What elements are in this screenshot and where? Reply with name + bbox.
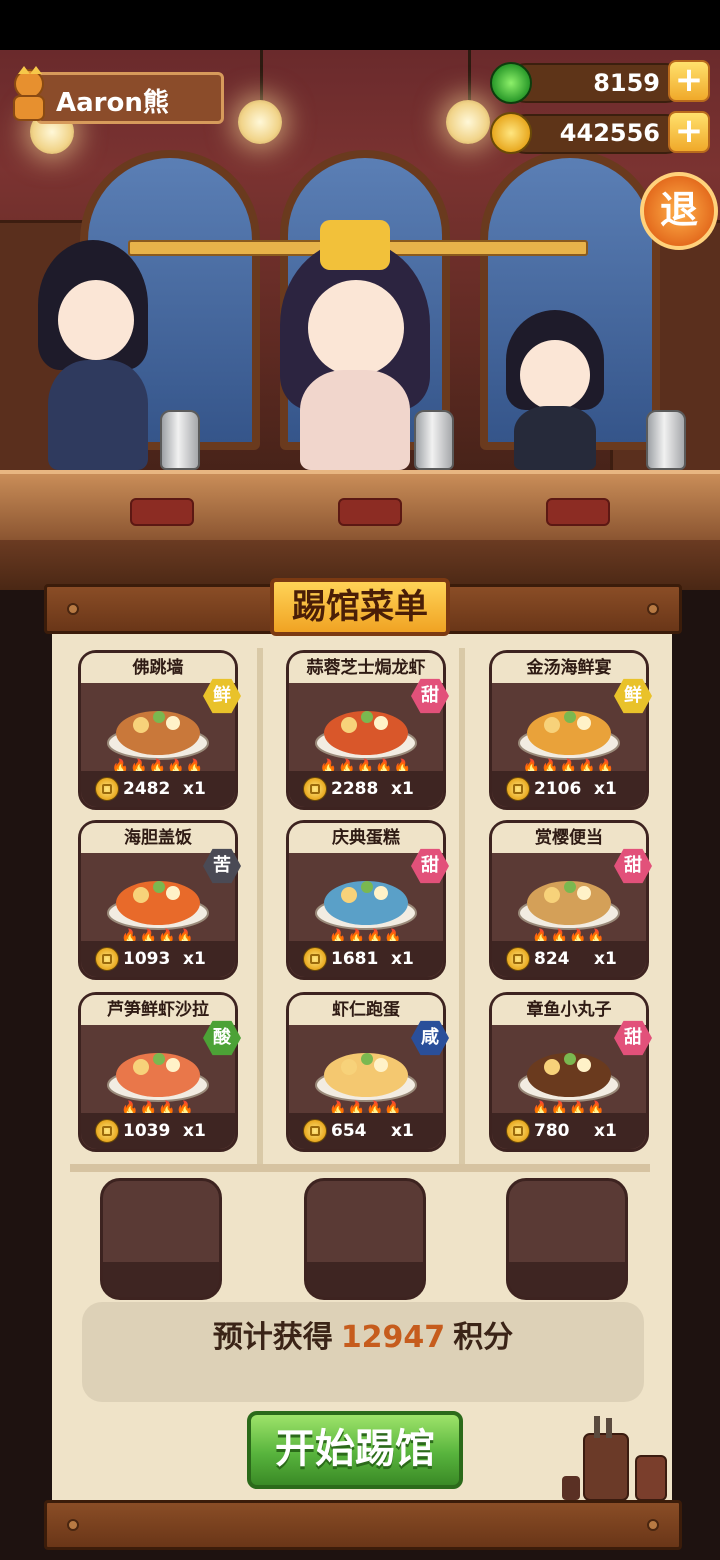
dish-image-icon — [315, 1053, 417, 1102]
dish-image-icon — [315, 881, 417, 930]
coin-icon — [303, 947, 327, 971]
coin-icon — [490, 112, 532, 154]
dish-quantity: x1 — [391, 1121, 414, 1141]
dish-image-icon — [518, 1053, 620, 1102]
dish-price: 2106 — [534, 779, 582, 799]
hanging-lamp-icon — [446, 100, 490, 144]
dish-card[interactable]: 蒜蓉芝士焗龙虾甜 🔥🔥🔥🔥🔥 2288 x1 — [286, 650, 449, 810]
dish-image-icon — [107, 711, 209, 760]
dish-name: 虾仁跑蛋 — [289, 995, 443, 1025]
dish-name: 海胆盖饭 — [81, 823, 235, 853]
dish-card[interactable]: 虾仁跑蛋咸 🔥🔥🔥🔥 654 x1 — [286, 992, 449, 1152]
dish-quantity: x1 — [391, 779, 414, 799]
dish-price: 654 — [331, 1121, 367, 1141]
dish-card[interactable]: 芦笋鲜虾沙拉酸 🔥🔥🔥🔥 1039 x1 — [78, 992, 241, 1152]
divider — [70, 1164, 650, 1172]
start-challenge-button[interactable]: 开始踢馆 — [247, 1411, 463, 1489]
estimate-suffix: 积分 — [453, 1320, 514, 1355]
jade-icon — [490, 62, 532, 104]
player-avatar-icon[interactable] — [4, 64, 54, 124]
dish-image-icon — [518, 881, 620, 930]
dish-quantity: x1 — [183, 949, 206, 969]
estimate-prefix: 预计获得 — [212, 1320, 333, 1355]
dish-name: 金汤海鲜宴 — [492, 653, 646, 683]
cocktail-shaker-icon — [414, 410, 454, 470]
coin-icon — [506, 947, 530, 971]
dish-name: 庆典蛋糕 — [289, 823, 443, 853]
dish-name: 佛跳墙 — [81, 653, 235, 683]
dish-quantity: x1 — [594, 1121, 617, 1141]
dish-quantity: x1 — [183, 1121, 206, 1141]
menu-title: 踢馆菜单 — [270, 578, 450, 636]
dish-name: 赏樱便当 — [492, 823, 646, 853]
chef-character-right[interactable] — [500, 310, 610, 470]
bar-stool — [546, 498, 610, 526]
dish-price: 2288 — [331, 779, 379, 799]
dish-card[interactable]: 金汤海鲜宴鲜 🔥🔥🔥🔥🔥 2106 x1 — [489, 650, 652, 810]
bottles-decoration-icon — [562, 1416, 667, 1500]
dish-price: 1093 — [123, 949, 171, 969]
dish-image-icon — [315, 711, 417, 760]
player-name: Aaron熊 — [56, 88, 169, 118]
add-jade-button[interactable]: + — [668, 60, 710, 102]
coin-amount: 442556 — [559, 119, 660, 147]
coin-icon — [506, 1119, 530, 1143]
dish-card[interactable]: 海胆盖饭苦 🔥🔥🔥🔥 1093 x1 — [78, 820, 241, 980]
dish-image-icon — [107, 881, 209, 930]
add-coins-button[interactable]: + — [668, 111, 710, 153]
dish-price: 780 — [534, 1121, 570, 1141]
dish-image-icon — [107, 1053, 209, 1102]
dish-quantity: x1 — [594, 949, 617, 969]
estimate-points: 12947 — [340, 1320, 446, 1355]
board-bottom-frame — [44, 1500, 682, 1550]
coin-icon — [506, 777, 530, 801]
jade-amount: 8159 — [593, 69, 660, 97]
status-bar-area — [0, 0, 720, 50]
coin-icon — [95, 947, 119, 971]
exit-button[interactable]: 退 — [640, 172, 718, 250]
dish-price: 1039 — [123, 1121, 171, 1141]
dish-card[interactable]: 章鱼小丸子甜 🔥🔥🔥🔥 780 x1 — [489, 992, 652, 1152]
dish-image-icon — [518, 711, 620, 760]
dish-card[interactable]: 佛跳墙鲜 🔥🔥🔥🔥🔥 2482 x1 — [78, 650, 241, 810]
coin-icon — [95, 1119, 119, 1143]
dish-card[interactable]: 赏樱便当甜 🔥🔥🔥🔥 824 x1 — [489, 820, 652, 980]
dish-price: 2482 — [123, 779, 171, 799]
dish-price: 1681 — [331, 949, 379, 969]
bar-stool — [338, 498, 402, 526]
game-screen: Aaron熊 8159 + 442556 + 退 踢馆菜单 佛跳墙鲜 🔥🔥🔥🔥🔥 2… — [0, 0, 720, 1560]
empty-dish-slot[interactable] — [506, 1178, 628, 1300]
dish-name: 芦笋鲜虾沙拉 — [81, 995, 235, 1025]
coin-icon — [303, 777, 327, 801]
coin-icon — [303, 1119, 327, 1143]
dish-card[interactable]: 庆典蛋糕甜 🔥🔥🔥🔥 1681 x1 — [286, 820, 449, 980]
bar-stool — [130, 498, 194, 526]
dish-quantity: x1 — [391, 949, 414, 969]
dish-name: 蒜蓉芝士焗龙虾 — [289, 653, 443, 683]
dish-quantity: x1 — [183, 779, 206, 799]
empty-dish-slot[interactable] — [304, 1178, 426, 1300]
empty-dish-slot[interactable] — [100, 1178, 222, 1300]
hanging-lamp-icon — [238, 100, 282, 144]
estimate-line: 预计获得 12947 积分 — [82, 1312, 644, 1356]
dish-price: 824 — [534, 949, 570, 969]
dish-quantity: x1 — [594, 779, 617, 799]
cocktail-shaker-icon — [646, 410, 686, 470]
chef-character-left[interactable] — [30, 240, 160, 470]
coin-icon — [95, 777, 119, 801]
cocktail-shaker-icon — [160, 410, 200, 470]
dish-name: 章鱼小丸子 — [492, 995, 646, 1025]
